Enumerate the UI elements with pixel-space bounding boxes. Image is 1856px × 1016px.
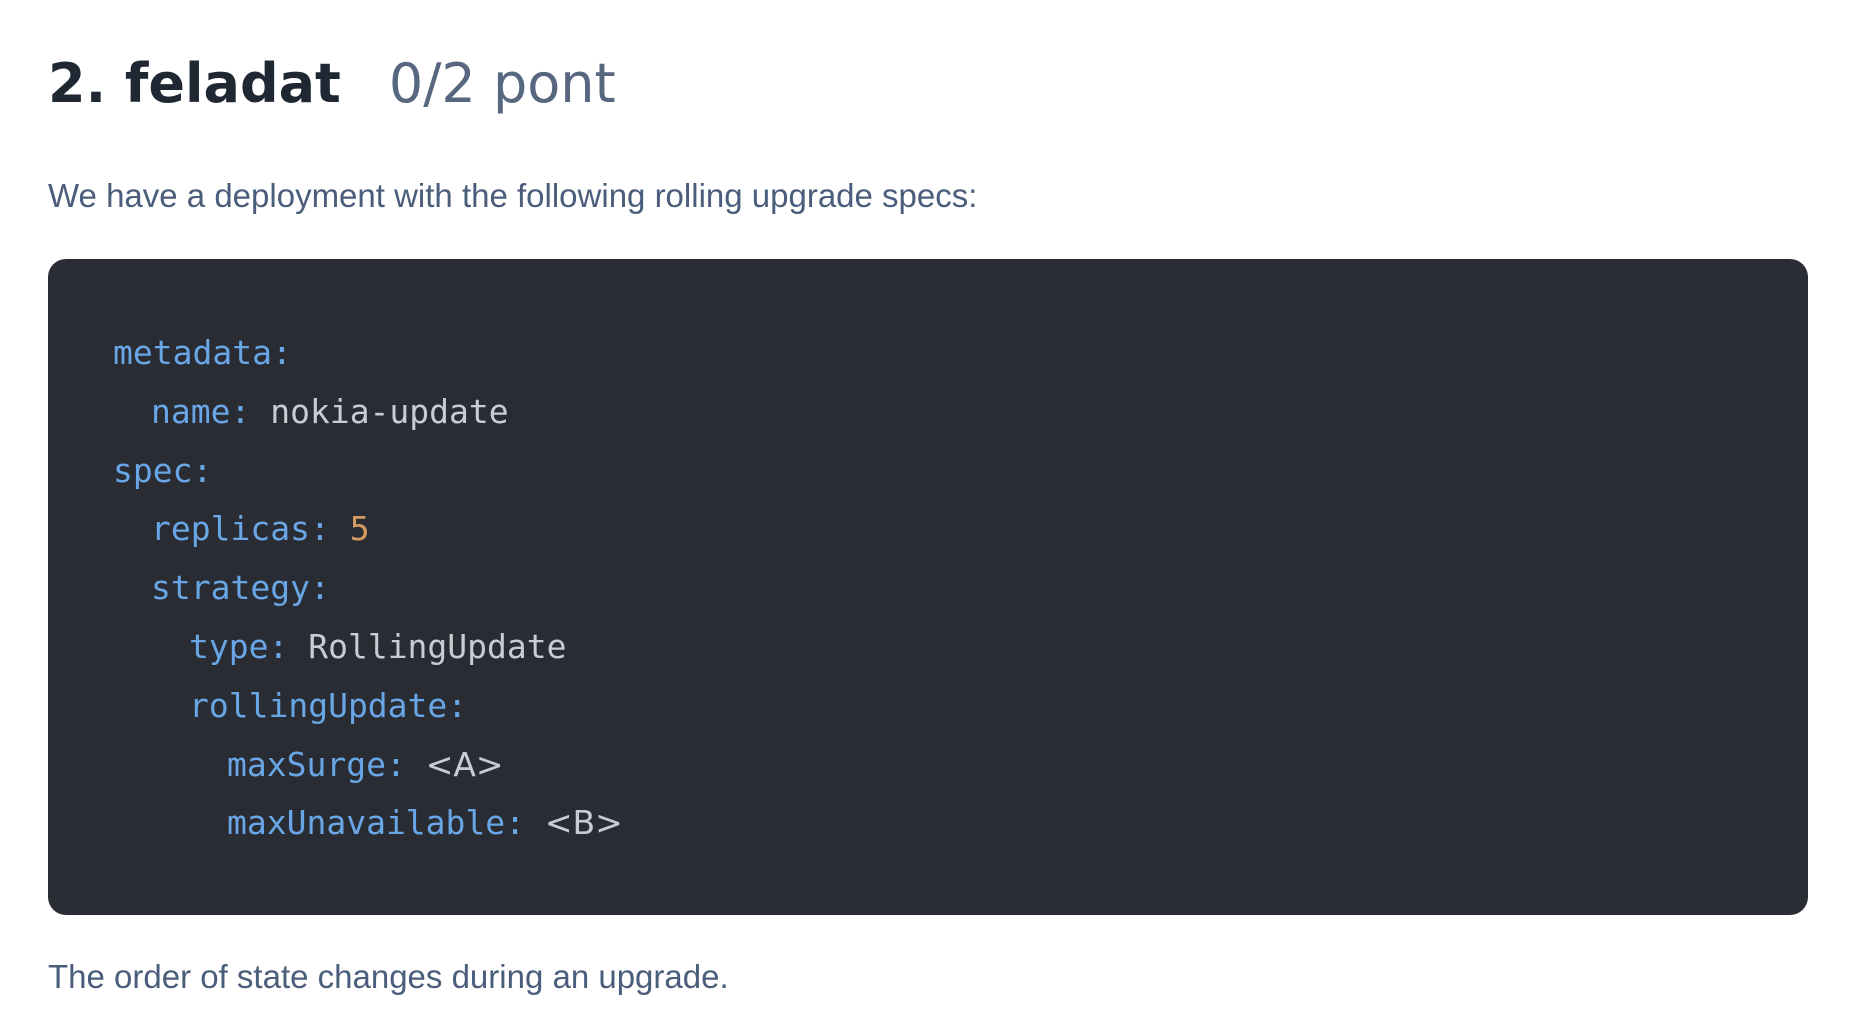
yaml-indent — [113, 500, 151, 559]
yaml-key: spec: — [113, 450, 213, 490]
yaml-line: name: nokia-update — [113, 383, 1808, 442]
yaml-value: nokia-update — [270, 391, 509, 431]
yaml-separator — [250, 383, 270, 442]
task-points: 0/2 pont — [388, 52, 616, 115]
yaml-indent — [113, 677, 189, 736]
yaml-code-block: metadata: name: nokia-update spec: replicas… — [48, 259, 1808, 915]
yaml-line: spec: — [113, 442, 1808, 501]
yaml-line: type: RollingUpdate — [113, 618, 1808, 677]
yaml-indent — [113, 736, 227, 795]
yaml-value: <A> — [425, 744, 504, 784]
yaml-value: <B> — [544, 803, 623, 843]
yaml-separator — [330, 500, 350, 559]
question-intro: We have a deployment with the following … — [48, 177, 978, 214]
yaml-code-lines: metadata: name: nokia-update spec: replicas… — [113, 324, 1808, 853]
yaml-line: metadata: — [113, 324, 1808, 383]
task-title: 2. feladat — [48, 52, 341, 115]
yaml-value: RollingUpdate — [308, 626, 567, 666]
yaml-key: maxUnavailable: — [227, 803, 526, 843]
yaml-line: maxSurge: <A> — [113, 736, 1808, 795]
yaml-key: maxSurge: — [227, 744, 406, 784]
yaml-value: 5 — [349, 509, 370, 549]
yaml-separator — [525, 794, 545, 853]
yaml-indent — [113, 559, 151, 618]
yaml-indent — [113, 794, 227, 853]
yaml-line: maxUnavailable: <B> — [113, 794, 1808, 853]
yaml-line: rollingUpdate: — [113, 677, 1808, 736]
yaml-key: strategy: — [151, 568, 330, 608]
yaml-separator — [288, 618, 308, 677]
task-heading: 2. feladat 0/2 pont — [48, 44, 616, 124]
yaml-key: name: — [151, 391, 251, 431]
yaml-key: type: — [189, 626, 289, 666]
yaml-indent — [113, 383, 151, 442]
yaml-key: replicas: — [151, 509, 330, 549]
yaml-indent — [113, 618, 189, 677]
yaml-separator — [406, 736, 426, 795]
yaml-key: rollingUpdate: — [189, 685, 468, 725]
question-footer: The order of state changes during an upg… — [48, 958, 729, 995]
yaml-line: strategy: — [113, 559, 1808, 618]
yaml-key: metadata: — [113, 333, 292, 372]
yaml-line: replicas: 5 — [113, 500, 1808, 559]
